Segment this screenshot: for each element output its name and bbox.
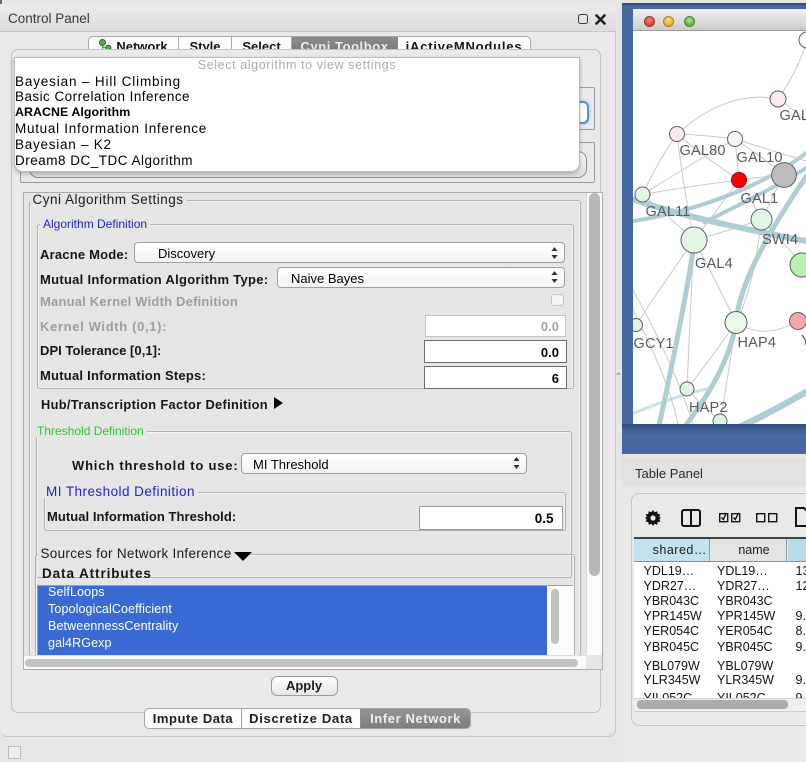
svg-text:SWI4: SWI4	[762, 232, 798, 248]
svg-text:GCY1: GCY1	[634, 336, 674, 352]
svg-text:GAL1: GAL1	[741, 191, 779, 207]
svg-text:GAL: GAL	[780, 108, 806, 124]
svg-text:GAL10: GAL10	[737, 150, 783, 166]
svg-text:GAL4: GAL4	[695, 256, 733, 272]
svg-text:Y: Y	[801, 333, 806, 349]
svg-text:HAP4: HAP4	[738, 335, 777, 351]
svg-text:GAL80: GAL80	[680, 143, 726, 159]
svg-text:HAP2: HAP2	[689, 400, 728, 416]
svg-text:GAL11: GAL11	[646, 204, 691, 220]
